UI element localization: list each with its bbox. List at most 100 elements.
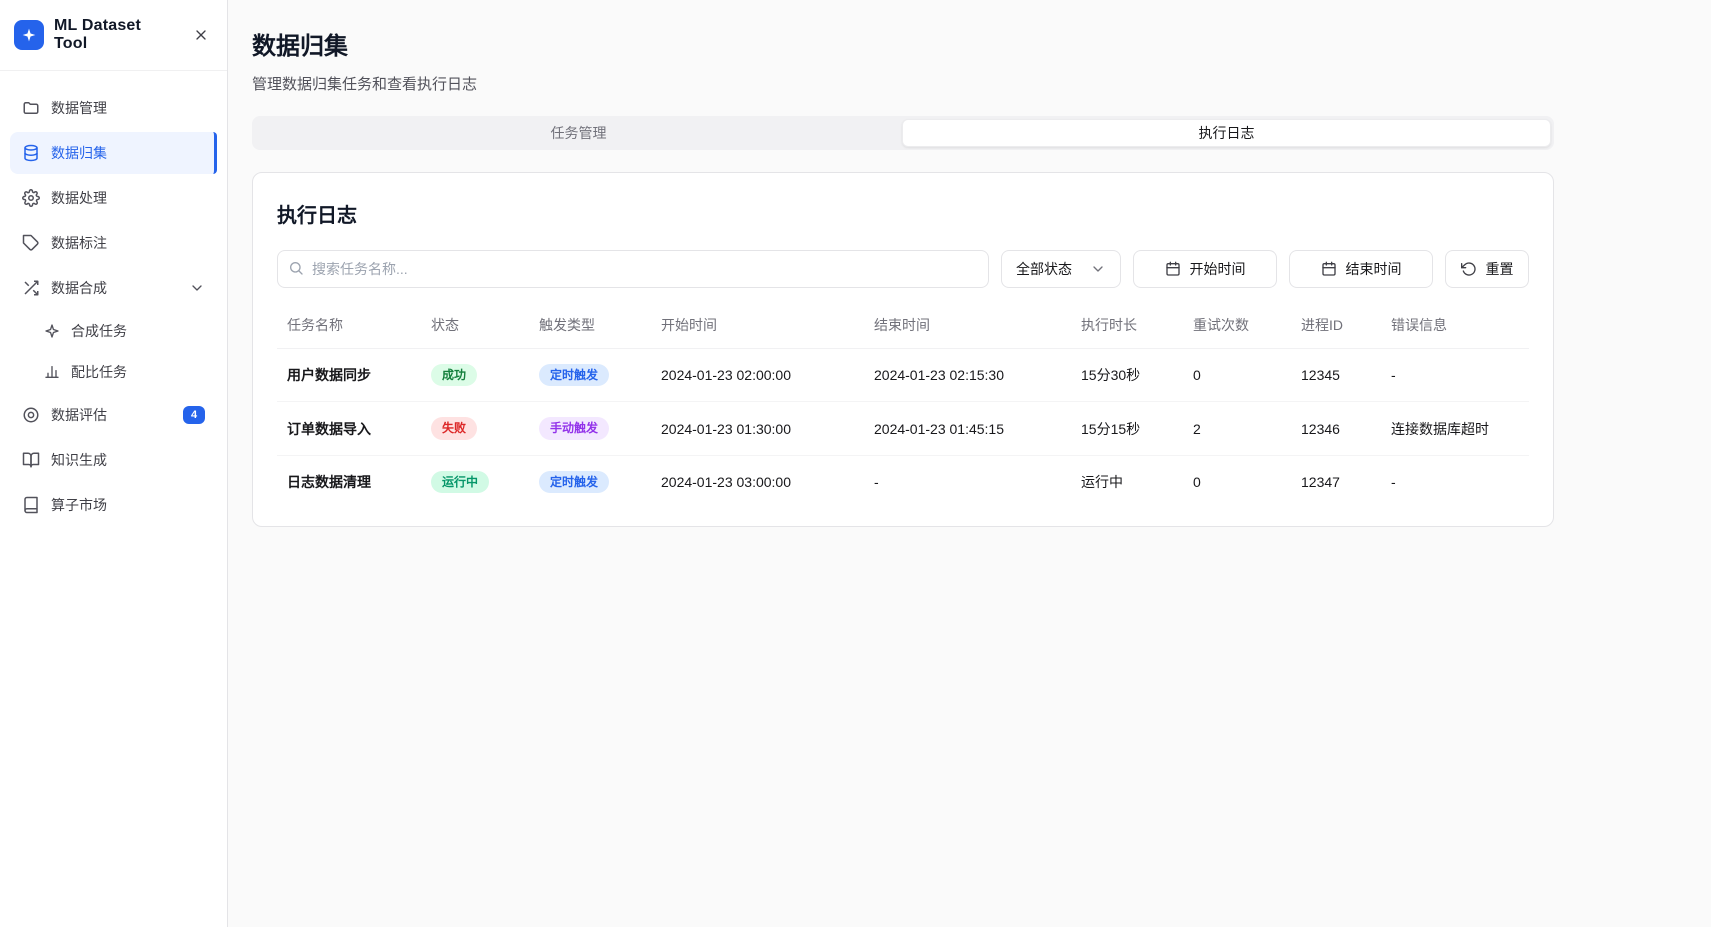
col-start-time: 开始时间 (651, 302, 864, 349)
sidebar-item-label: 算子市场 (51, 495, 107, 515)
main-content: 数据归集 管理数据归集任务和查看执行日志 任务管理 执行日志 执行日志 全部状态 (228, 0, 1711, 927)
tab-bar: 任务管理 执行日志 (252, 116, 1554, 150)
start-time-button[interactable]: 开始时间 (1133, 250, 1277, 288)
trigger-badge: 定时触发 (539, 364, 609, 386)
sidebar-header: ML Dataset Tool (0, 0, 227, 71)
pid: 12347 (1291, 455, 1381, 508)
page-title: 数据归集 (252, 26, 1554, 61)
sidebar: ML Dataset Tool 数据管理 数据归集 数据处理 (0, 0, 228, 927)
filter-toolbar: 全部状态 开始时间 结束时间 (277, 250, 1529, 288)
end-time: 2024-01-23 01:45:15 (864, 402, 1071, 455)
sidebar-item-knowledge-generation[interactable]: 知识生成 (10, 439, 217, 481)
sidebar-item-label: 数据标注 (51, 233, 107, 253)
sidebar-item-operator-market[interactable]: 算子市场 (10, 484, 217, 526)
sidebar-item-label: 数据合成 (51, 278, 107, 298)
col-task-name: 任务名称 (277, 302, 421, 349)
table-row: 订单数据导入 失败 手动触发 2024-01-23 01:30:00 2024-… (277, 402, 1529, 455)
task-name: 用户数据同步 (277, 349, 421, 402)
sidebar-item-label: 配比任务 (71, 362, 127, 382)
sidebar-item-ratio-task[interactable]: 配比任务 (10, 353, 217, 391)
gear-icon (22, 189, 40, 207)
book-icon (22, 496, 40, 514)
sidebar-item-data-labeling[interactable]: 数据标注 (10, 222, 217, 264)
card-title: 执行日志 (277, 199, 1529, 228)
table-row: 日志数据清理 运行中 定时触发 2024-01-23 03:00:00 - 运行… (277, 455, 1529, 508)
reset-button[interactable]: 重置 (1445, 250, 1529, 288)
tab-task-management[interactable]: 任务管理 (255, 119, 902, 147)
status-badge: 运行中 (431, 471, 489, 493)
status-badge: 成功 (431, 364, 477, 386)
calendar-icon (1165, 261, 1181, 277)
shuffle-icon (22, 279, 40, 297)
duration: 15分30秒 (1071, 349, 1183, 402)
sidebar-close-button[interactable] (189, 23, 213, 47)
table-row: 用户数据同步 成功 定时触发 2024-01-23 02:00:00 2024-… (277, 349, 1529, 402)
reset-icon (1461, 261, 1477, 277)
chevron-down-icon (1090, 261, 1106, 277)
pid: 12346 (1291, 402, 1381, 455)
app-title: ML Dataset Tool (54, 17, 179, 53)
sparkle-icon (44, 323, 60, 339)
error-message: - (1381, 349, 1529, 402)
sidebar-item-label: 合成任务 (71, 321, 127, 341)
start-time: 2024-01-23 01:30:00 (651, 402, 864, 455)
database-icon (22, 144, 40, 162)
col-status: 状态 (421, 302, 529, 349)
book-open-icon (22, 451, 40, 469)
calendar-icon (1321, 261, 1337, 277)
reset-label: 重置 (1486, 259, 1514, 279)
search-input[interactable] (277, 250, 989, 288)
retries: 0 (1183, 349, 1291, 402)
end-time-label: 结束时间 (1346, 259, 1402, 279)
col-pid: 进程ID (1291, 302, 1381, 349)
retries: 0 (1183, 455, 1291, 508)
sidebar-item-label: 数据归集 (51, 143, 107, 163)
chevron-down-icon (189, 280, 205, 296)
logs-table: 任务名称 状态 触发类型 开始时间 结束时间 执行时长 重试次数 进程ID 错误… (277, 302, 1529, 508)
sidebar-nav: 数据管理 数据归集 数据处理 数据标注 数据合成 (0, 71, 227, 545)
sidebar-item-label: 知识生成 (51, 450, 107, 470)
status-filter-select[interactable]: 全部状态 (1001, 250, 1121, 288)
tab-execution-logs[interactable]: 执行日志 (902, 119, 1551, 147)
app-logo-icon (14, 20, 44, 50)
duration: 运行中 (1071, 455, 1183, 508)
col-retries: 重试次数 (1183, 302, 1291, 349)
col-duration: 执行时长 (1071, 302, 1183, 349)
page-subtitle: 管理数据归集任务和查看执行日志 (252, 73, 1554, 94)
status-filter-value: 全部状态 (1016, 259, 1072, 279)
evaluation-count-badge: 4 (183, 406, 205, 424)
search-wrap (277, 250, 989, 288)
trigger-badge: 定时触发 (539, 471, 609, 493)
bar-chart-icon (44, 364, 60, 380)
duration: 15分15秒 (1071, 402, 1183, 455)
pid: 12345 (1291, 349, 1381, 402)
sidebar-item-synthesis-task[interactable]: 合成任务 (10, 312, 217, 350)
sidebar-item-label: 数据管理 (51, 98, 107, 118)
sidebar-item-label: 数据评估 (51, 405, 107, 425)
task-name: 日志数据清理 (277, 455, 421, 508)
table-header-row: 任务名称 状态 触发类型 开始时间 结束时间 执行时长 重试次数 进程ID 错误… (277, 302, 1529, 349)
tag-icon (22, 234, 40, 252)
end-time: 2024-01-23 02:15:30 (864, 349, 1071, 402)
col-error: 错误信息 (1381, 302, 1529, 349)
sidebar-item-data-processing[interactable]: 数据处理 (10, 177, 217, 219)
sidebar-item-label: 数据处理 (51, 188, 107, 208)
trigger-badge: 手动触发 (539, 417, 609, 439)
error-message: - (1381, 455, 1529, 508)
start-time-label: 开始时间 (1190, 259, 1246, 279)
start-time: 2024-01-23 03:00:00 (651, 455, 864, 508)
search-icon (288, 260, 304, 281)
sidebar-item-data-collection[interactable]: 数据归集 (10, 132, 217, 174)
col-trigger-type: 触发类型 (529, 302, 651, 349)
retries: 2 (1183, 402, 1291, 455)
error-message: 连接数据库超时 (1381, 402, 1529, 455)
end-time-button[interactable]: 结束时间 (1289, 250, 1433, 288)
sidebar-item-data-evaluation[interactable]: 数据评估 4 (10, 394, 217, 436)
sidebar-item-data-synthesis[interactable]: 数据合成 (10, 267, 217, 309)
close-icon (193, 27, 209, 43)
start-time: 2024-01-23 02:00:00 (651, 349, 864, 402)
sidebar-item-data-management[interactable]: 数据管理 (10, 87, 217, 129)
target-icon (22, 406, 40, 424)
folder-icon (22, 99, 40, 117)
end-time: - (864, 455, 1071, 508)
